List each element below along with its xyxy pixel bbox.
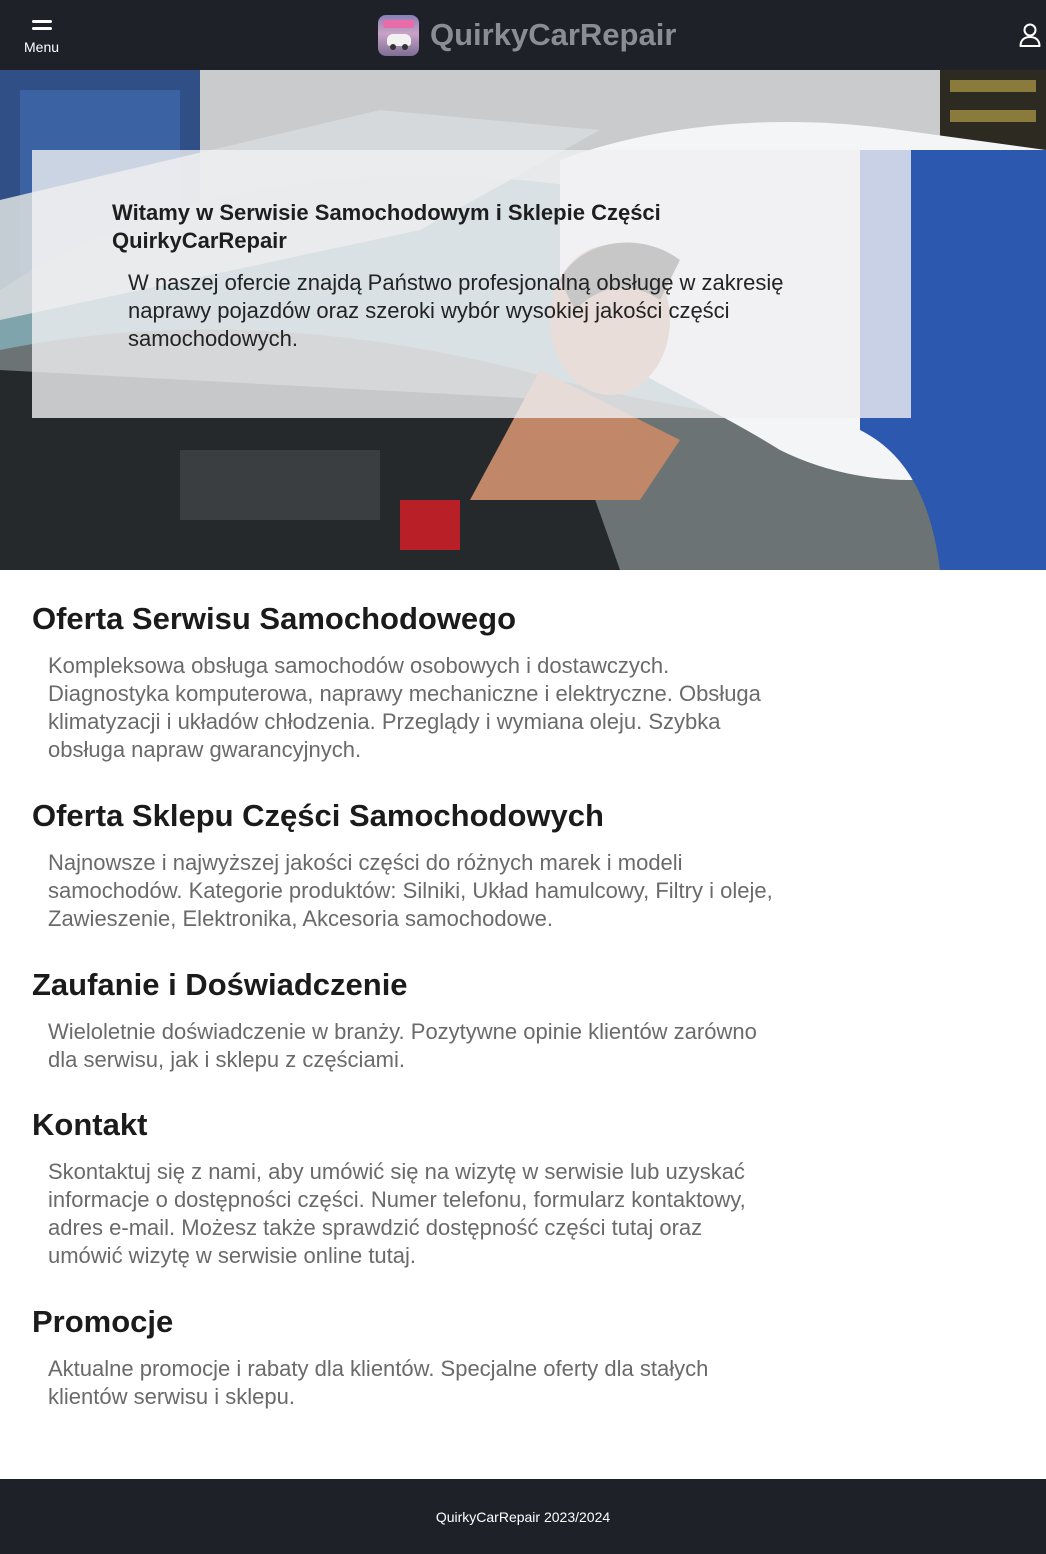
page-footer: QuirkyCarRepair 2023/2024 [0,1479,1046,1554]
top-navigation-bar: Menu QuirkyCarRepair [0,0,1046,70]
promotions-section: Promocje Aktualne promocje i rabaty dla … [32,1303,778,1411]
hamburger-menu-icon [32,20,52,32]
car-shop-logo [378,14,419,56]
section-title: Oferta Sklepu Części Samochodowych [32,798,604,833]
hero-welcome-card: Witamy w Serwisie Samochodowym i Sklepie… [32,150,911,418]
section-text: Najnowsze i najwyższej jakości części do… [48,850,773,931]
section-text: Skontaktuj się z nami, aby umówić się na… [48,1159,746,1268]
footer-copyright: QuirkyCarRepair 2023/2024 [435,1509,611,1525]
section-title: Kontakt [32,1107,148,1142]
brand-link[interactable]: QuirkyCarRepair [378,14,676,56]
service-offer-section: Oferta Serwisu Samochodowego Kompleksowa… [32,600,778,764]
contact-section: Kontakt Skontaktuj się z nami, aby umówi… [32,1106,778,1270]
hero-title: Witamy w Serwisie Samochodowym i Sklepie… [112,200,661,253]
user-account-icon[interactable] [1018,22,1042,48]
section-text: Wieloletnie doświadczenie w branży. Pozy… [48,1019,757,1072]
menu-button[interactable]: Menu [22,18,62,58]
hero-description: W naszej ofercie znajdą Państwo profesjo… [128,270,784,351]
section-text: Kompleksowa obsługa samochodów osobowych… [48,653,761,762]
hero-banner: Witamy w Serwisie Samochodowym i Sklepie… [0,70,1046,570]
brand-name: QuirkyCarRepair [430,17,677,52]
trust-experience-section: Zaufanie i Doświadczenie Wieloletnie doś… [32,966,778,1074]
section-title: Promocje [32,1304,174,1339]
parts-shop-section: Oferta Sklepu Części Samochodowych Najno… [32,797,778,933]
menu-label: Menu [24,39,60,55]
section-text: Aktualne promocje i rabaty dla klientów.… [48,1356,709,1409]
section-title: Oferta Serwisu Samochodowego [32,601,517,636]
section-title: Zaufanie i Doświadczenie [32,967,408,1002]
